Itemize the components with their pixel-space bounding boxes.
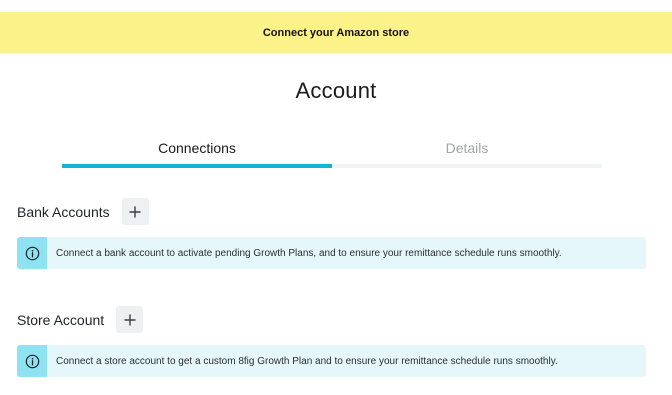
add-bank-account-button[interactable] (121, 198, 149, 225)
info-icon-container (17, 345, 47, 377)
tab-details[interactable]: Details (332, 134, 602, 164)
info-circle-icon (25, 246, 39, 260)
store-account-header: Store Account (17, 306, 144, 333)
active-tab-indicator (62, 164, 332, 168)
page-title: Account (295, 78, 377, 103)
tab-connections-label: Connections (158, 140, 236, 156)
tab-details-label: Details (445, 140, 489, 156)
info-icon-container (17, 237, 47, 269)
store-account-title: Store Account (17, 311, 105, 328)
banner-text: Connect your Amazon store (262, 26, 410, 39)
bank-account-info-text: Connect a bank account to activate pendi… (56, 247, 562, 259)
store-account-info-text: Connect a store account to get a custom … (56, 355, 558, 367)
bank-account-info-box: Connect a bank account to activate pendi… (17, 237, 646, 269)
connect-amazon-banner[interactable]: Connect your Amazon store (0, 12, 672, 53)
account-tabs: Connections Details (62, 134, 602, 168)
plus-icon (123, 313, 136, 326)
tab-connections[interactable]: Connections (62, 134, 332, 164)
bank-accounts-title: Bank Accounts (17, 203, 110, 220)
info-circle-icon (25, 354, 39, 368)
add-store-account-button[interactable] (116, 306, 144, 333)
plus-icon (129, 205, 141, 218)
bank-accounts-header: Bank Accounts (17, 198, 149, 225)
store-account-info-box: Connect a store account to get a custom … (17, 345, 646, 377)
